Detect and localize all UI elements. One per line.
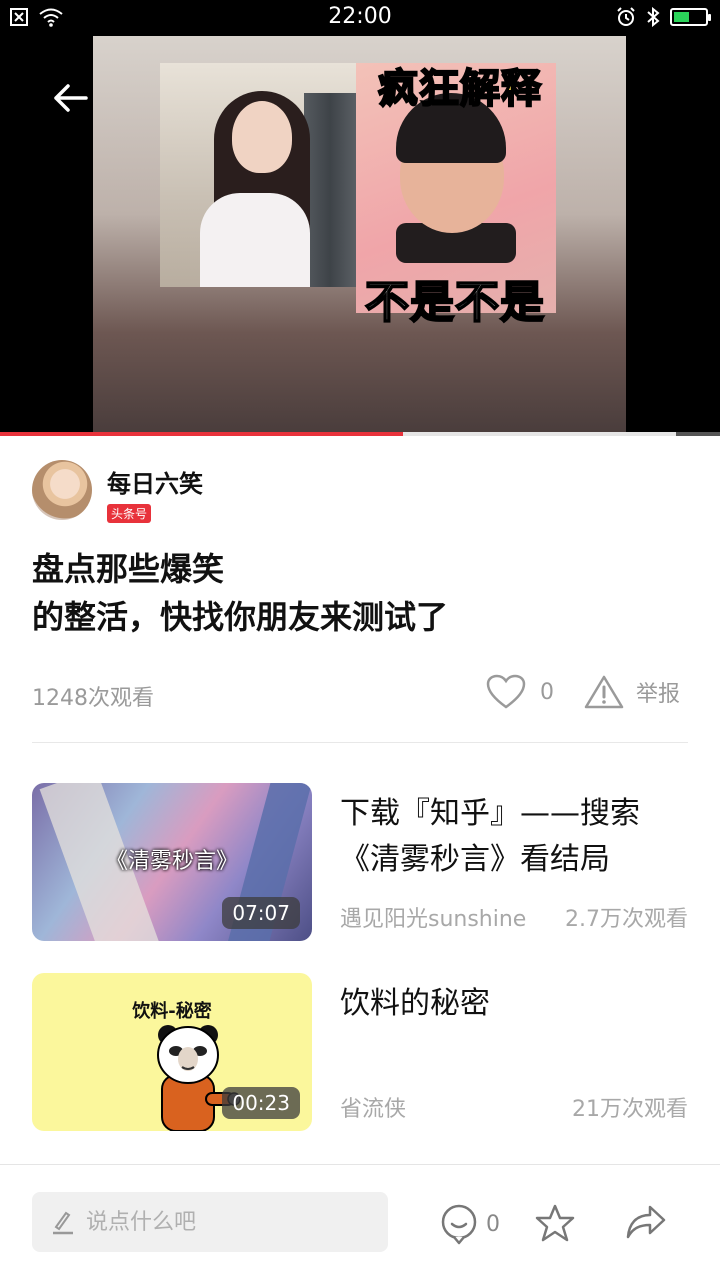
video-left-clip [160, 63, 356, 287]
video-title: 盘点那些爆笑 的整活，快找你朋友来测试了 [32, 545, 692, 641]
video-duration: 07:07 [222, 897, 300, 929]
comment-bubble-icon [441, 1204, 477, 1245]
alarm-icon [617, 7, 635, 26]
author-row[interactable]: 每日六笑 头条号 [32, 460, 688, 524]
related-views: 2.7万次观看 [565, 907, 688, 932]
status-bar: 22:00 [0, 0, 720, 36]
video-progress-bar[interactable] [0, 432, 720, 436]
share-button[interactable] [624, 1203, 668, 1245]
video-caption-top: 疯狂解释 [377, 65, 542, 113]
bluetooth-icon [647, 7, 660, 27]
battery-icon [670, 8, 711, 26]
related-source: 省流侠 [340, 1097, 407, 1122]
video-frame: 疯狂解释 不是不是 [93, 36, 626, 432]
video-title-line2: 的整活，快找你朋友来测试了 [32, 598, 449, 636]
heart-icon [486, 674, 526, 709]
view-count: 1248次观看 [32, 686, 154, 711]
report-button[interactable]: 举报 [584, 674, 680, 710]
related-video-item[interactable]: 饮料-秘密 00:23 饮料的秘密 省流侠 21万次观看 [32, 973, 688, 1131]
warning-icon [584, 675, 624, 709]
share-arrow-icon [626, 1205, 666, 1239]
star-icon [535, 1204, 575, 1242]
favorite-button[interactable] [534, 1203, 576, 1247]
related-title[interactable]: 饮料的秘密 [340, 981, 690, 1027]
video-progress-buffer [676, 432, 720, 436]
related-thumbnail[interactable]: 饮料-秘密 00:23 [32, 973, 312, 1131]
video-progress-played [0, 432, 404, 436]
pencil-icon [53, 1211, 73, 1235]
like-button[interactable]: 0 [486, 674, 554, 710]
video-player[interactable]: 疯狂解释 不是不是 [0, 36, 720, 432]
video-duration: 00:23 [222, 1087, 300, 1119]
related-thumbnail[interactable]: 《清雾秒言》 07:07 [32, 783, 312, 941]
comment-input-box[interactable] [32, 1192, 388, 1252]
comment-button[interactable]: 0 [440, 1203, 500, 1245]
report-label: 举报 [636, 682, 681, 707]
bottom-action-bar: 0 [0, 1164, 720, 1280]
comment-input[interactable] [86, 1209, 366, 1235]
video-title-line1: 盘点那些爆笑 [32, 550, 225, 588]
related-title[interactable]: 下载『知乎』——搜索《清雾秒言》看结局 [340, 791, 690, 883]
like-count: 0 [540, 679, 554, 705]
status-time: 22:00 [328, 4, 392, 29]
author-badge: 头条号 [107, 504, 152, 523]
status-right-icons [616, 7, 711, 27]
author-name[interactable]: 每日六笑 [107, 464, 203, 499]
comment-count: 0 [486, 1211, 500, 1237]
video-caption-bottom: 不是不是 [364, 276, 545, 329]
divider [32, 742, 688, 743]
thumbnail-caption: 《清雾秒言》 [105, 849, 238, 874]
meta-row: 1248次观看 0 举报 [32, 674, 688, 714]
thumbnail-caption: 饮料-秘密 [132, 1001, 212, 1022]
related-source: 遇见阳光sunshine [340, 907, 527, 932]
related-video-item[interactable]: 《清雾秒言》 07:07 下载『知乎』——搜索《清雾秒言》看结局 遇见阳光sun… [32, 783, 688, 941]
avatar[interactable] [32, 460, 92, 520]
related-views: 21万次观看 [572, 1097, 688, 1122]
back-arrow-icon[interactable] [50, 80, 90, 116]
